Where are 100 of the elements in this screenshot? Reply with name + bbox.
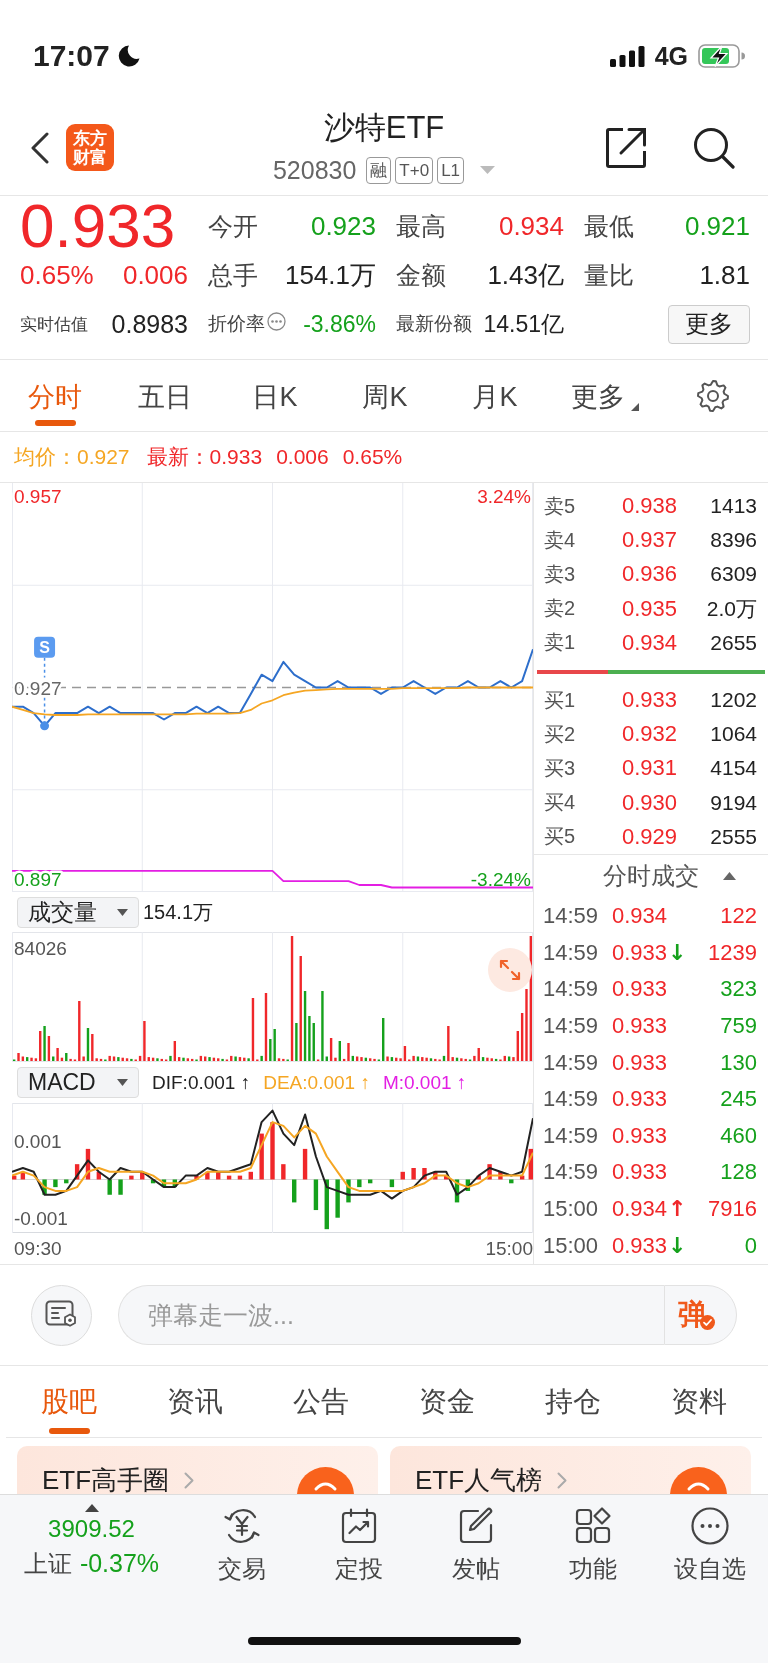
bid-price: 0.932 [620,721,677,748]
fund-title: 沙特ETF [323,110,445,146]
content-tab[interactable]: 持仓 [510,1366,636,1437]
ellipsis-circle-icon[interactable] [267,312,286,331]
volume-total: 154.1万 [143,899,214,925]
comment-input[interactable]: 弹幕走一波... [118,1285,664,1345]
macd-bar [161,1179,167,1188]
share-icon[interactable] [604,125,648,170]
macd-bar [509,1179,514,1184]
chart-tab[interactable]: 日K [220,360,330,431]
trade-volume: 323 [719,976,757,1003]
chart-tab[interactable]: 五日 [110,360,220,431]
stat-value: 1.81 [699,259,750,291]
nav-button[interactable]: 发帖 [417,1504,534,1584]
trading-tag: L1 [437,156,465,184]
more-button[interactable]: 更多 [668,304,750,344]
stat-value: 1.43亿 [487,258,564,292]
macd-bar [118,1179,123,1195]
macd-bar [443,1175,449,1180]
trade-time: 15:00 [543,1232,600,1259]
bid-label: 买5 [544,824,577,850]
expand-icon [498,958,522,982]
macd-bar [248,1171,253,1180]
bid-label: 买3 [544,755,577,781]
change-amount: 0.006 [122,259,188,291]
stat-value: 0.923 [310,210,376,242]
trade-price: 0.933 [612,976,668,1003]
macd-bar [129,1175,134,1180]
content-tab[interactable]: 公告 [258,1366,384,1437]
indicator-legend: DIF:0.001 ↑ [152,1071,251,1094]
stat-label: 金额 [396,259,446,291]
chart-tab[interactable]: 分时 [0,360,110,431]
low-point-marker [40,696,50,731]
axis-label: 0.897 [14,869,62,891]
ask-label: 卖4 [544,527,577,553]
search-icon[interactable] [693,126,735,169]
content-tab[interactable]: 资料 [636,1366,762,1437]
trade-price: 0.933 [612,1122,668,1149]
indicator-select[interactable]: 成交量 [17,896,139,928]
chevron-right-icon [557,1471,568,1489]
nav-button[interactable]: 定投 [300,1504,417,1584]
more-icon [689,1506,730,1546]
ask-price: 0.936 [620,561,677,588]
trading-tag: T+0 [395,156,434,184]
time-label: 15:00 [485,1237,533,1260]
trade-arrow: ↑ [668,1196,687,1222]
macd-bar [107,1179,112,1195]
content-tab[interactable]: 资金 [384,1366,510,1437]
caret-icon[interactable] [722,872,736,881]
feature-card[interactable]: ETF高手圈 [17,1446,378,1494]
macd-bar [64,1179,69,1184]
macd-bar [140,1171,145,1180]
stat-label: 今开 [208,210,258,242]
chart-tab[interactable]: 更多 [550,360,660,431]
macd-bar [487,1164,492,1180]
nav-button[interactable]: 设自选 [651,1504,768,1584]
ask-volume: 8396 [709,528,757,553]
trade-price: 0.933 [612,1086,668,1113]
ask-price: 0.934 [620,629,677,656]
bid-price: 0.929 [620,823,677,850]
caret-icon [117,1079,128,1086]
back-icon[interactable] [30,131,50,164]
macd-bar [433,1171,438,1180]
nav-button[interactable]: 交易 [183,1504,300,1584]
feature-card[interactable]: ETF人气榜 [390,1446,751,1494]
trade-price: 0.934 [612,903,668,930]
macd-bar [259,1133,264,1180]
trade-time: 14:59 [543,939,600,966]
index-name[interactable]: 上证 [23,1547,72,1581]
bid-price: 0.931 [620,755,677,782]
trading-tag: 融 [366,156,392,184]
expand-button[interactable] [488,948,532,992]
ask-price: 0.937 [620,527,677,554]
chart-tab[interactable]: 周K [330,360,440,431]
macd-bar [465,1179,471,1191]
content-tab[interactable]: 股吧 [6,1366,132,1437]
bid-volume: 1064 [709,722,757,747]
settings-icon[interactable] [696,378,730,413]
indicator-select[interactable]: MACD [17,1067,139,1098]
bid-volume: 1202 [709,688,757,713]
card-title: ETF人气榜 [415,1463,543,1494]
axis-label: 0.957 [14,485,62,507]
legend-value: 0.006 [276,445,329,469]
stat-label: 最高 [396,210,446,242]
macd-bar [324,1179,329,1230]
macd-bar [302,1148,308,1180]
nav-button[interactable]: 功能 [534,1504,651,1584]
moon-icon [117,45,140,67]
stat-label: 折价率 [208,312,265,336]
chart-tab[interactable]: 月K [440,360,550,431]
indicator-legend: DEA:0.001 ↑ [263,1071,370,1094]
stat-label: 量比 [584,259,634,291]
content-tab[interactable]: 资讯 [132,1366,258,1437]
axis-label: 0.001 [14,1131,62,1153]
macd-bar [74,1164,80,1180]
trade-price: 0.933 [612,939,668,966]
ask-label: 卖1 [544,630,577,656]
estimate-label: 实时估值 [20,313,88,336]
macd-bar [422,1168,427,1180]
trade-time: 15:00 [543,1195,600,1222]
